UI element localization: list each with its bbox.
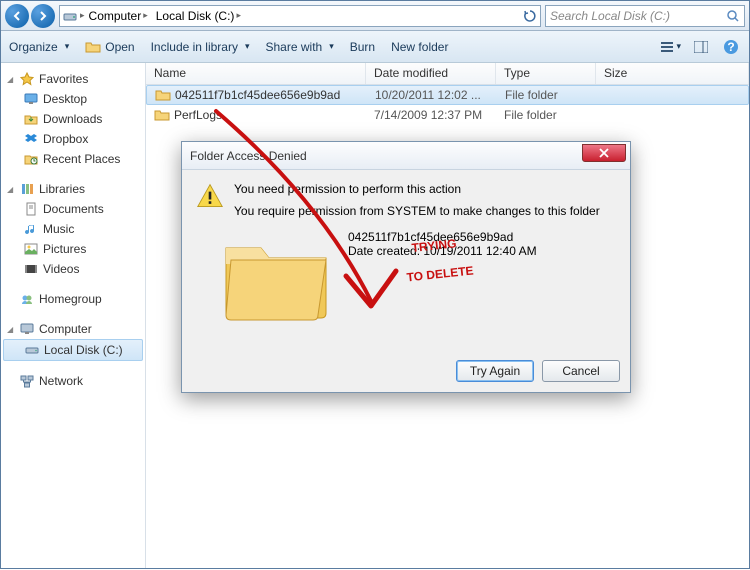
close-icon [599,148,609,158]
dialog-message: You need permission to perform this acti… [234,182,600,196]
recent-icon [23,151,39,167]
documents-icon [23,201,39,217]
drive-icon [62,8,78,24]
preview-pane-button[interactable] [691,37,711,57]
videos-icon [23,261,39,277]
homegroup-icon [19,291,35,307]
access-denied-dialog: Folder Access Denied You need permission… [181,141,631,393]
new-folder-button[interactable]: New folder [391,40,448,54]
sidebar-item-localdisk[interactable]: Local Disk (C:) [3,339,143,361]
sidebar-item-documents[interactable]: Documents [1,199,145,219]
dialog-date-created: Date created: 10/19/2011 12:40 AM [348,244,537,258]
sidebar-item-videos[interactable]: Videos [1,259,145,279]
table-row[interactable]: 042511f7b1cf45dee656e9b9ad 10/20/2011 12… [146,85,749,105]
downloads-icon [23,111,39,127]
svg-text:?: ? [727,40,734,54]
breadcrumb[interactable]: ▸ Computer▸ Local Disk (C:)▸ [59,5,541,27]
libraries-header[interactable]: ◢Libraries [1,179,145,199]
dialog-filename: 042511f7b1cf45dee656e9b9ad [348,230,537,244]
sidebar-item-downloads[interactable]: Downloads [1,109,145,129]
navigation-bar: ▸ Computer▸ Local Disk (C:)▸ Search Loca… [1,1,749,31]
sidebar-item-desktop[interactable]: Desktop [1,89,145,109]
column-size[interactable]: Size [596,63,749,84]
try-again-button[interactable]: Try Again [456,360,534,382]
dropbox-icon [23,131,39,147]
open-button[interactable]: Open [85,39,134,55]
favorites-header[interactable]: ◢Favorites [1,69,145,89]
computer-header[interactable]: ◢Computer [1,319,145,339]
search-input[interactable]: Search Local Disk (C:) [545,5,745,27]
open-icon [85,39,101,55]
folder-icon [155,87,171,103]
column-name[interactable]: Name [146,63,366,84]
computer-icon [19,321,35,337]
view-options-button[interactable] [661,37,681,57]
warning-icon [196,182,224,210]
forward-button[interactable] [31,4,55,28]
search-icon [726,9,740,23]
search-placeholder: Search Local Disk (C:) [550,9,670,23]
toolbar: Organize Open Include in library Share w… [1,31,749,63]
drive-icon [24,342,40,358]
sidebar-item-pictures[interactable]: Pictures [1,239,145,259]
folder-large-icon [216,228,336,328]
burn-button[interactable]: Burn [350,40,375,54]
breadcrumb-computer[interactable]: Computer▸ [85,6,152,26]
close-button[interactable] [582,144,626,162]
table-row[interactable]: PerfLogs 7/14/2009 12:37 PM File folder [146,105,749,125]
organize-menu[interactable]: Organize [9,40,69,54]
column-type[interactable]: Type [496,63,596,84]
navigation-pane: ◢Favorites Desktop Downloads Dropbox Rec… [1,63,146,568]
folder-icon [154,107,170,123]
desktop-icon [23,91,39,107]
share-with-menu[interactable]: Share with [266,40,334,54]
dialog-titlebar[interactable]: Folder Access Denied [182,142,630,170]
sidebar-item-recent[interactable]: Recent Places [1,149,145,169]
network-header[interactable]: Network [1,371,145,391]
refresh-icon[interactable] [522,8,538,24]
music-icon [23,221,39,237]
help-button[interactable]: ? [721,37,741,57]
network-icon [19,373,35,389]
dialog-title: Folder Access Denied [190,149,582,163]
star-icon [19,71,35,87]
sidebar-item-music[interactable]: Music [1,219,145,239]
cancel-button[interactable]: Cancel [542,360,620,382]
column-date[interactable]: Date modified [366,63,496,84]
homegroup-header[interactable]: Homegroup [1,289,145,309]
libraries-icon [19,181,35,197]
include-library-menu[interactable]: Include in library [151,40,250,54]
breadcrumb-localdisk[interactable]: Local Disk (C:)▸ [152,6,245,26]
back-button[interactable] [5,4,29,28]
column-headers[interactable]: Name Date modified Type Size [146,63,749,85]
dialog-message-detail: You require permission from SYSTEM to ma… [234,204,600,218]
sidebar-item-dropbox[interactable]: Dropbox [1,129,145,149]
pictures-icon [23,241,39,257]
